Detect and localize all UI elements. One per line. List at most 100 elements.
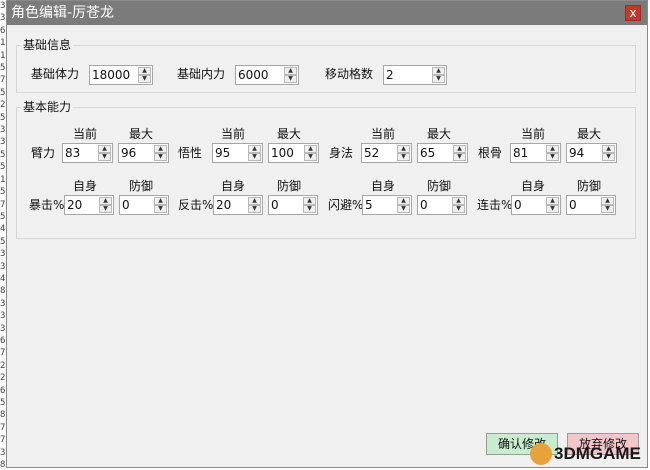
stat-current-header: 当前 — [371, 127, 396, 141]
value-text: 83 — [65, 146, 81, 160]
value-text: 81 — [513, 146, 529, 160]
effect-label-dodge: 闪避% — [328, 198, 364, 212]
stat-wisdom-current[interactable]: 95 ▲ ▼ — [212, 143, 263, 163]
effect-combo-self[interactable]: 0 ▲ ▼ — [511, 195, 561, 215]
effect-dodge-self[interactable]: 5 ▲ ▼ — [362, 195, 412, 215]
stat-strength-max[interactable]: 96 ▲ ▼ — [118, 143, 169, 163]
value-text: 0 — [271, 198, 279, 212]
effect-combo-defense[interactable]: 0 ▲ ▼ — [566, 195, 616, 215]
spin-up-icon[interactable]: ▲ — [303, 197, 316, 205]
effect-self-header: 自身 — [521, 179, 546, 193]
stat-max-header: 最大 — [129, 127, 154, 141]
spin-up-icon[interactable]: ▲ — [304, 145, 317, 153]
effect-counter-defense[interactable]: 0 ▲ ▼ — [268, 195, 318, 215]
value-text: 65 — [420, 146, 436, 160]
spin-down-icon[interactable]: ▼ — [154, 153, 167, 161]
close-button[interactable]: x — [625, 5, 641, 21]
basic-hp-label: 基础体力 — [31, 67, 80, 81]
value-text: 20 — [216, 198, 232, 212]
spin-down-icon[interactable]: ▼ — [303, 205, 316, 213]
value-text: 20 — [67, 198, 83, 212]
spin-down-icon[interactable]: ▼ — [138, 75, 151, 83]
effect-self-header: 自身 — [221, 179, 246, 193]
effect-crit-defense[interactable]: 0 ▲ ▼ — [119, 195, 169, 215]
stat-constitution-current[interactable]: 81 ▲ ▼ — [510, 143, 561, 163]
spin-down-icon[interactable]: ▼ — [284, 75, 297, 83]
stat-label-strength: 臂力 — [31, 146, 56, 160]
stat-label-agility: 身法 — [329, 146, 354, 160]
basic-mp-label: 基础内力 — [177, 67, 226, 81]
stat-wisdom-max[interactable]: 100 ▲ ▼ — [268, 143, 319, 163]
stat-current-header: 当前 — [221, 127, 246, 141]
stat-label-wisdom: 悟性 — [178, 146, 203, 160]
spin-down-icon[interactable]: ▼ — [453, 153, 466, 161]
spin-down-icon[interactable]: ▼ — [546, 205, 559, 213]
abilities-legend: 基本能力 — [21, 100, 74, 114]
stat-max-header: 最大 — [577, 127, 602, 141]
spin-up-icon[interactable]: ▲ — [284, 67, 297, 75]
value-text: 94 — [569, 146, 585, 160]
spin-down-icon[interactable]: ▼ — [154, 205, 167, 213]
stat-constitution-max[interactable]: 94 ▲ ▼ — [566, 143, 617, 163]
effect-crit-self[interactable]: 20 ▲ ▼ — [64, 195, 114, 215]
spin-up-icon[interactable]: ▲ — [452, 197, 465, 205]
spin-up-icon[interactable]: ▲ — [248, 197, 261, 205]
stat-max-header: 最大 — [277, 127, 302, 141]
effect-dodge-defense[interactable]: 0 ▲ ▼ — [417, 195, 467, 215]
stat-current-header: 当前 — [521, 127, 546, 141]
spin-down-icon[interactable]: ▼ — [99, 205, 112, 213]
effect-defense-header: 防御 — [427, 179, 452, 193]
effect-label-combo: 连击% — [477, 198, 513, 212]
spin-down-icon[interactable]: ▼ — [304, 153, 317, 161]
value-text: 100 — [271, 146, 294, 160]
basic-mp-spinner[interactable]: 6000 ▲ ▼ — [235, 65, 299, 85]
stat-agility-current[interactable]: 52 ▲ ▼ — [361, 143, 412, 163]
spin-up-icon[interactable]: ▲ — [397, 197, 410, 205]
window-title: 角色编辑-厉苍龙 — [11, 5, 115, 21]
spin-up-icon[interactable]: ▲ — [601, 197, 614, 205]
stat-current-header: 当前 — [73, 127, 98, 141]
spin-up-icon[interactable]: ▲ — [432, 67, 445, 75]
spin-down-icon[interactable]: ▼ — [397, 205, 410, 213]
spin-down-icon[interactable]: ▼ — [602, 153, 615, 161]
site-watermark: 3DMGAME — [526, 441, 648, 467]
value-text: 0 — [420, 198, 428, 212]
spin-down-icon[interactable]: ▼ — [601, 205, 614, 213]
effect-counter-self[interactable]: 20 ▲ ▼ — [213, 195, 263, 215]
spin-up-icon[interactable]: ▲ — [98, 145, 111, 153]
spin-up-icon[interactable]: ▲ — [154, 145, 167, 153]
basic-info-legend: 基础信息 — [21, 38, 74, 52]
effect-self-header: 自身 — [371, 179, 396, 193]
spin-down-icon[interactable]: ▼ — [452, 205, 465, 213]
spin-up-icon[interactable]: ▲ — [154, 197, 167, 205]
spin-up-icon[interactable]: ▲ — [546, 197, 559, 205]
basic-mp-value: 6000 — [238, 68, 269, 82]
value-text: 95 — [215, 146, 231, 160]
spin-up-icon[interactable]: ▲ — [453, 145, 466, 153]
value-text: 0 — [569, 198, 577, 212]
spin-down-icon[interactable]: ▼ — [248, 205, 261, 213]
spin-up-icon[interactable]: ▲ — [397, 145, 410, 153]
spin-up-icon[interactable]: ▲ — [99, 197, 112, 205]
spin-down-icon[interactable]: ▼ — [98, 153, 111, 161]
effect-defense-header: 防御 — [577, 179, 602, 193]
spin-down-icon[interactable]: ▼ — [546, 153, 559, 161]
basic-hp-spinner[interactable]: 18000 ▲ ▼ — [89, 65, 153, 85]
character-edit-dialog: 角色编辑-厉苍龙 x 基础信息 基础体力 18000 ▲ ▼ 基础内力 6000 … — [6, 0, 648, 468]
spin-down-icon[interactable]: ▼ — [397, 153, 410, 161]
spin-down-icon[interactable]: ▼ — [432, 75, 445, 83]
effect-defense-header: 防御 — [277, 179, 302, 193]
spin-down-icon[interactable]: ▼ — [248, 153, 261, 161]
effect-defense-header: 防御 — [129, 179, 154, 193]
title-bar[interactable]: 角色编辑-厉苍龙 x — [7, 1, 647, 25]
stat-strength-current[interactable]: 83 ▲ ▼ — [62, 143, 113, 163]
move-range-spinner[interactable]: 2 ▲ ▼ — [383, 65, 447, 85]
spin-up-icon[interactable]: ▲ — [602, 145, 615, 153]
spin-up-icon[interactable]: ▲ — [546, 145, 559, 153]
stat-agility-max[interactable]: 65 ▲ ▼ — [417, 143, 468, 163]
effect-label-counter: 反击% — [178, 198, 214, 212]
spin-up-icon[interactable]: ▲ — [248, 145, 261, 153]
spin-up-icon[interactable]: ▲ — [138, 67, 151, 75]
basic-hp-value: 18000 — [92, 68, 131, 82]
3dm-logo-icon — [530, 443, 552, 465]
